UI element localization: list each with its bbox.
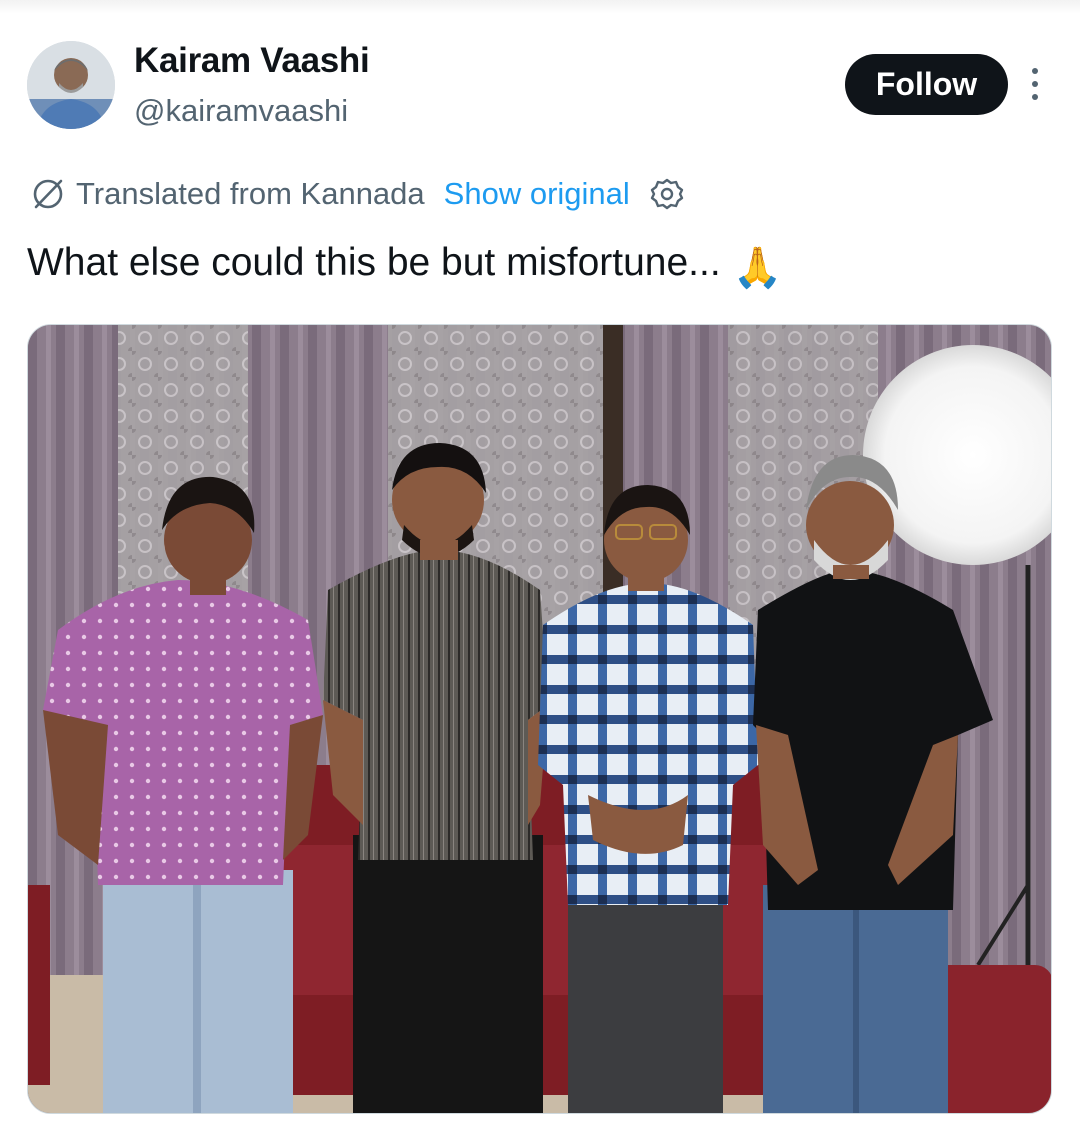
folded-hands-emoji: 🙏: [732, 246, 783, 290]
author-name[interactable]: Kairam Vaashi: [134, 40, 370, 82]
gear-icon[interactable]: [650, 177, 684, 211]
tweet-text: What else could this be but misfortune..…: [27, 236, 783, 290]
tweet-page: Kairam Vaashi @kairamvaashi Follow Trans…: [0, 0, 1080, 1123]
translated-from-label: Translated from Kannada: [76, 176, 425, 211]
group-photo-image: [28, 325, 1051, 1113]
more-options-icon[interactable]: [1022, 66, 1048, 102]
translate-icon: [33, 179, 63, 209]
avatar[interactable]: [27, 41, 115, 129]
profile-photo-icon: [27, 41, 115, 129]
top-divider: [0, 0, 1080, 14]
follow-button[interactable]: Follow: [845, 54, 1008, 115]
tweet-photo[interactable]: [27, 324, 1052, 1114]
translation-bar: Translated from Kannada Show original: [30, 172, 684, 216]
tweet-body: What else could this be but misfortune..…: [27, 241, 721, 284]
show-original-link[interactable]: Show original: [444, 172, 630, 216]
author-handle[interactable]: @kairamvaashi: [134, 92, 348, 130]
